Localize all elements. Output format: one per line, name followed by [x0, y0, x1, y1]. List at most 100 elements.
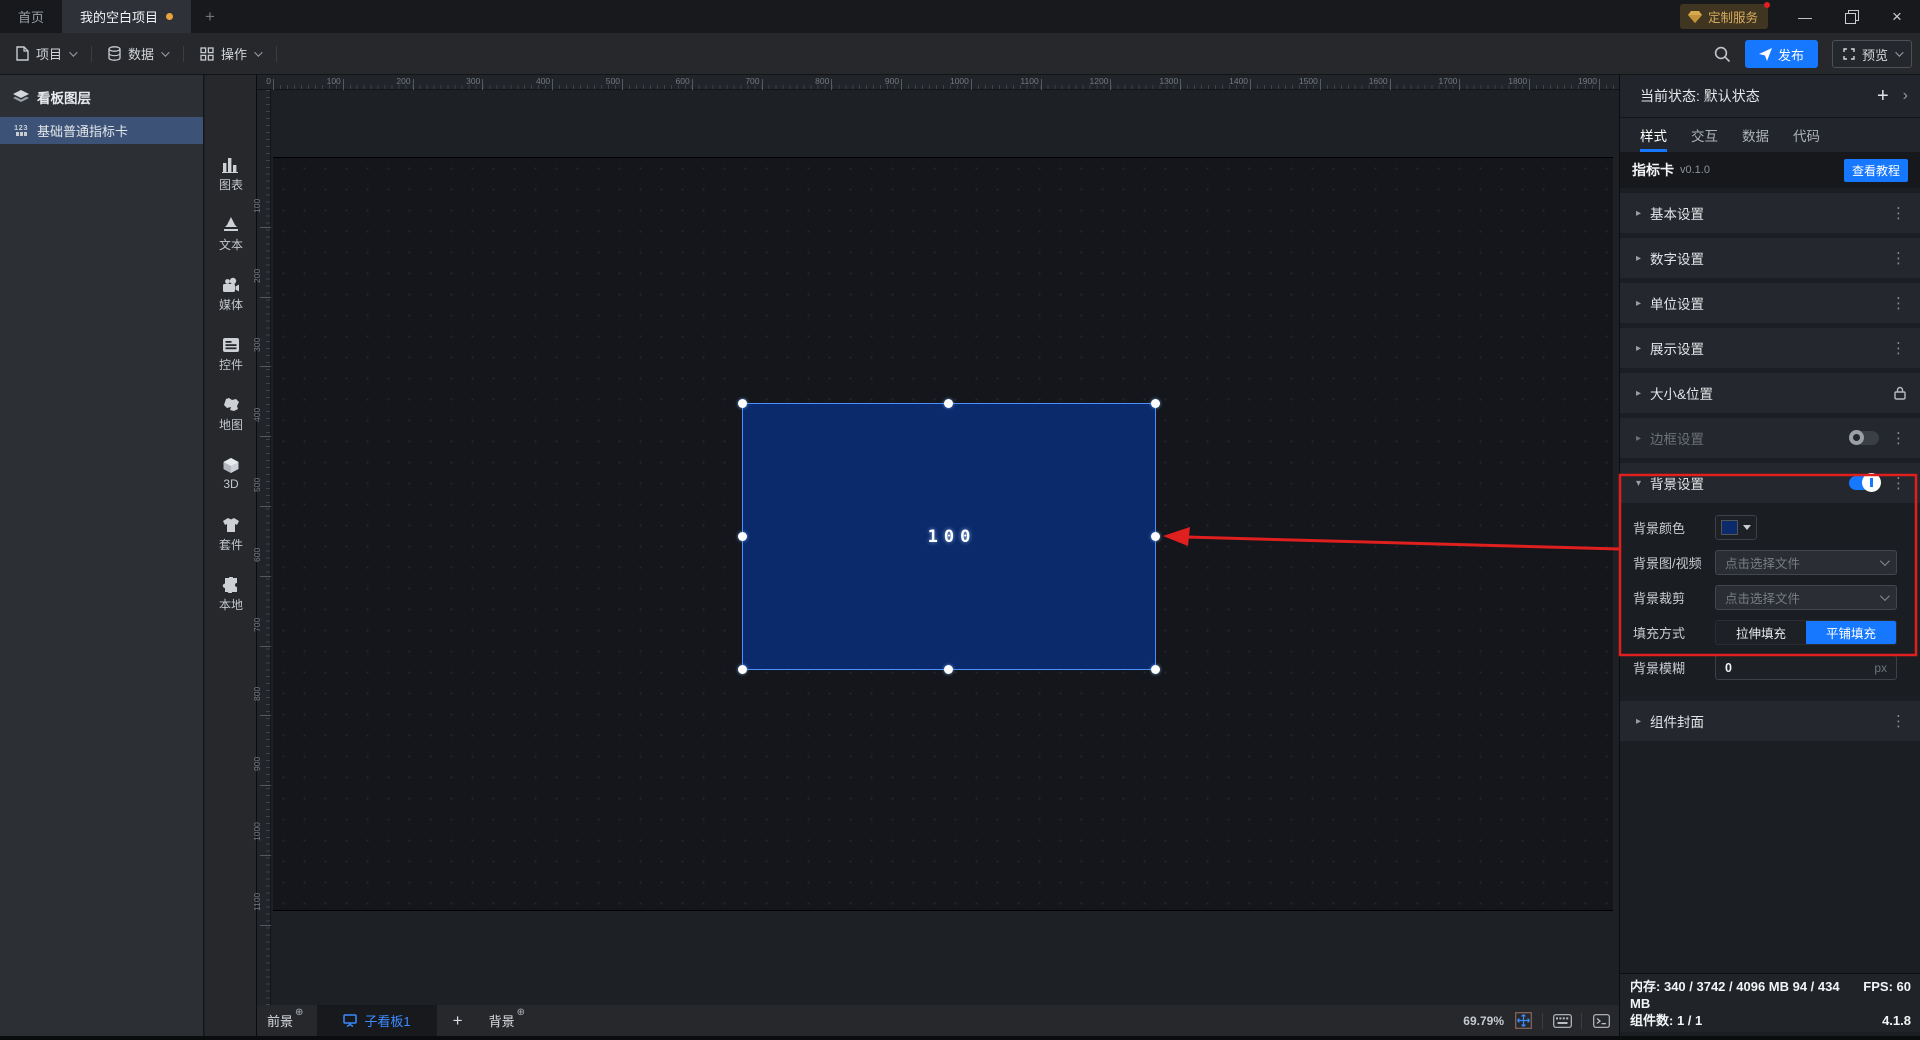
border-toggle-off[interactable] [1849, 430, 1879, 445]
expand-states-icon[interactable]: › [1903, 87, 1908, 105]
tshirt-icon [223, 518, 239, 532]
section-component-cover[interactable]: ▸ 组件封面 ⋮ [1620, 701, 1920, 741]
background-color-picker[interactable] [1715, 515, 1757, 540]
publish-button[interactable]: 发布 [1744, 40, 1818, 68]
background-image-select[interactable]: 点击选择文件 [1715, 550, 1897, 575]
section-menu-icon[interactable]: ⋮ [1891, 431, 1906, 446]
widget-list-icon [223, 338, 239, 352]
dock-item-media[interactable]: 媒体 [205, 277, 257, 313]
tab-project-label: 我的空白项目 [80, 10, 159, 25]
ruler-tick: 1900 [1578, 76, 1600, 90]
background-toggle-on[interactable] [1849, 473, 1881, 492]
resize-handle-se[interactable] [1151, 665, 1160, 674]
section-menu-icon[interactable]: ⋮ [1891, 341, 1906, 356]
tab-style[interactable]: 样式 [1640, 118, 1667, 152]
resize-handle-n[interactable] [944, 399, 953, 408]
menu-actions[interactable]: 操作 [184, 33, 276, 74]
dock-item-controls[interactable]: 控件 [205, 337, 257, 373]
section-menu-icon[interactable]: ⋮ [1891, 714, 1906, 729]
custom-service-button[interactable]: 定制服务 [1679, 2, 1770, 29]
component-info-row: 指标卡 v0.1.0 查看教程 [1620, 152, 1920, 188]
new-tab-button[interactable]: + [191, 0, 229, 33]
close-button[interactable]: × [1874, 0, 1920, 33]
fill-stretch-option[interactable]: 拉伸填充 [1716, 621, 1806, 644]
document-icon [16, 46, 29, 61]
tab-data[interactable]: 数据 [1742, 118, 1769, 152]
cube-icon [223, 458, 239, 473]
resize-handle-nw[interactable] [738, 399, 747, 408]
section-basic-settings[interactable]: ▸ 基本设置 ⋮ [1620, 193, 1920, 233]
resize-handle-ne[interactable] [1151, 399, 1160, 408]
fit-view-icon[interactable] [1513, 1012, 1533, 1030]
tab-home[interactable]: 首页 [0, 0, 62, 33]
section-border-settings[interactable]: ▸ 边框设置 ⋮ [1620, 418, 1920, 458]
dock-item-map[interactable]: 地图 [205, 397, 257, 433]
ruler-tick: 1800 [1508, 76, 1531, 90]
background-blur-input[interactable]: 0 px [1715, 655, 1897, 680]
section-menu-icon[interactable]: ⋮ [1891, 296, 1906, 311]
section-background-settings[interactable]: ▾ 背景设置 ⋮ [1620, 463, 1920, 503]
dock-item-3d[interactable]: 3D [205, 457, 257, 491]
resize-handle-sw[interactable] [738, 665, 747, 674]
section-number-settings[interactable]: ▸ 数字设置 ⋮ [1620, 238, 1920, 278]
resize-handle-s[interactable] [944, 665, 953, 674]
background-crop-select[interactable]: 点击选择文件 [1715, 585, 1897, 610]
custom-service-label: 定制服务 [1707, 11, 1758, 25]
dock-item-text[interactable]: 文本 [205, 217, 257, 253]
add-board-button[interactable]: + [437, 1011, 479, 1031]
section-menu-icon[interactable]: ⋮ [1891, 251, 1906, 266]
tab-interaction[interactable]: 交互 [1691, 118, 1718, 152]
collapse-arrow-icon: ▸ [1636, 387, 1642, 399]
circle-plus-icon[interactable]: ⊕ [517, 1007, 525, 1018]
minimize-button[interactable]: — [1782, 0, 1828, 33]
main-toolbar: 项目 数据 操作 [0, 33, 1920, 75]
subboard-tab-label: 子看板1 [364, 1014, 411, 1029]
ruler-tick: 100 [327, 76, 344, 90]
foreground-label: 前景 [267, 1014, 294, 1029]
restore-icon [1845, 9, 1859, 24]
dock-item-kits[interactable]: 套件 [205, 517, 257, 553]
resize-handle-e[interactable] [1151, 532, 1160, 541]
fill-tile-option[interactable]: 平铺填充 [1806, 621, 1896, 644]
resize-handle-w[interactable] [738, 532, 747, 541]
tutorial-button[interactable]: 查看教程 [1843, 158, 1908, 182]
field-label: 背景模糊 [1633, 661, 1686, 676]
indicator-card-value: 100 [927, 526, 977, 547]
restore-button[interactable] [1828, 0, 1874, 33]
section-display-settings[interactable]: ▸ 展示设置 ⋮ [1620, 328, 1920, 368]
collapse-arrow-icon: ▸ [1636, 297, 1642, 309]
preview-button[interactable]: 预览 [1831, 40, 1912, 68]
tab-project[interactable]: 我的空白项目 [62, 0, 192, 33]
tab-code[interactable]: 代码 [1793, 118, 1820, 152]
keyboard-shortcuts-icon[interactable] [1552, 1012, 1572, 1030]
collapse-arrow-icon: ▸ [1636, 207, 1642, 219]
indicator-card-component[interactable]: 100 [742, 403, 1156, 670]
section-size-position[interactable]: ▸ 大小&位置 [1620, 373, 1920, 413]
search-icon[interactable] [1714, 46, 1731, 63]
menu-project-label: 项目 [36, 47, 63, 62]
ruler-tick: 200 [252, 268, 271, 298]
section-menu-icon[interactable]: ⋮ [1891, 476, 1906, 491]
section-unit-settings[interactable]: ▸ 单位设置 ⋮ [1620, 283, 1920, 323]
dock-item-local[interactable]: 本地 [205, 577, 257, 613]
layer-item-indicator-card[interactable]: 123 基础普通指标卡 [0, 117, 203, 144]
menu-project[interactable]: 项目 [0, 33, 91, 74]
component-count: 组件数: 1 / 1 [1630, 1013, 1703, 1028]
background-button[interactable]: 背景 ⊕ [479, 1007, 531, 1030]
notification-dot-icon [1764, 2, 1770, 8]
subboard-tab[interactable]: 子看板1 [317, 1005, 437, 1036]
section-menu-icon[interactable]: ⋮ [1891, 206, 1906, 221]
dock-item-label: 媒体 [218, 298, 243, 312]
menu-data[interactable]: 数据 [92, 33, 183, 74]
add-state-button[interactable]: + [1877, 85, 1889, 108]
ruler-tick: 800 [252, 687, 271, 717]
foreground-button[interactable]: 前景 ⊕ [257, 1007, 309, 1030]
dock-item-charts[interactable]: 图表 [205, 157, 257, 193]
memory-stats: 内存: 340 / 3742 / 4096 MB 94 / 434 MB [1630, 979, 1840, 1011]
background-label: 背景 [488, 1014, 515, 1029]
lock-icon[interactable] [1894, 386, 1906, 400]
section-label: 基本设置 [1650, 207, 1704, 222]
console-icon[interactable] [1591, 1012, 1611, 1030]
circle-plus-icon[interactable]: ⊕ [295, 1007, 303, 1018]
ruler-tick: 300 [466, 76, 484, 90]
